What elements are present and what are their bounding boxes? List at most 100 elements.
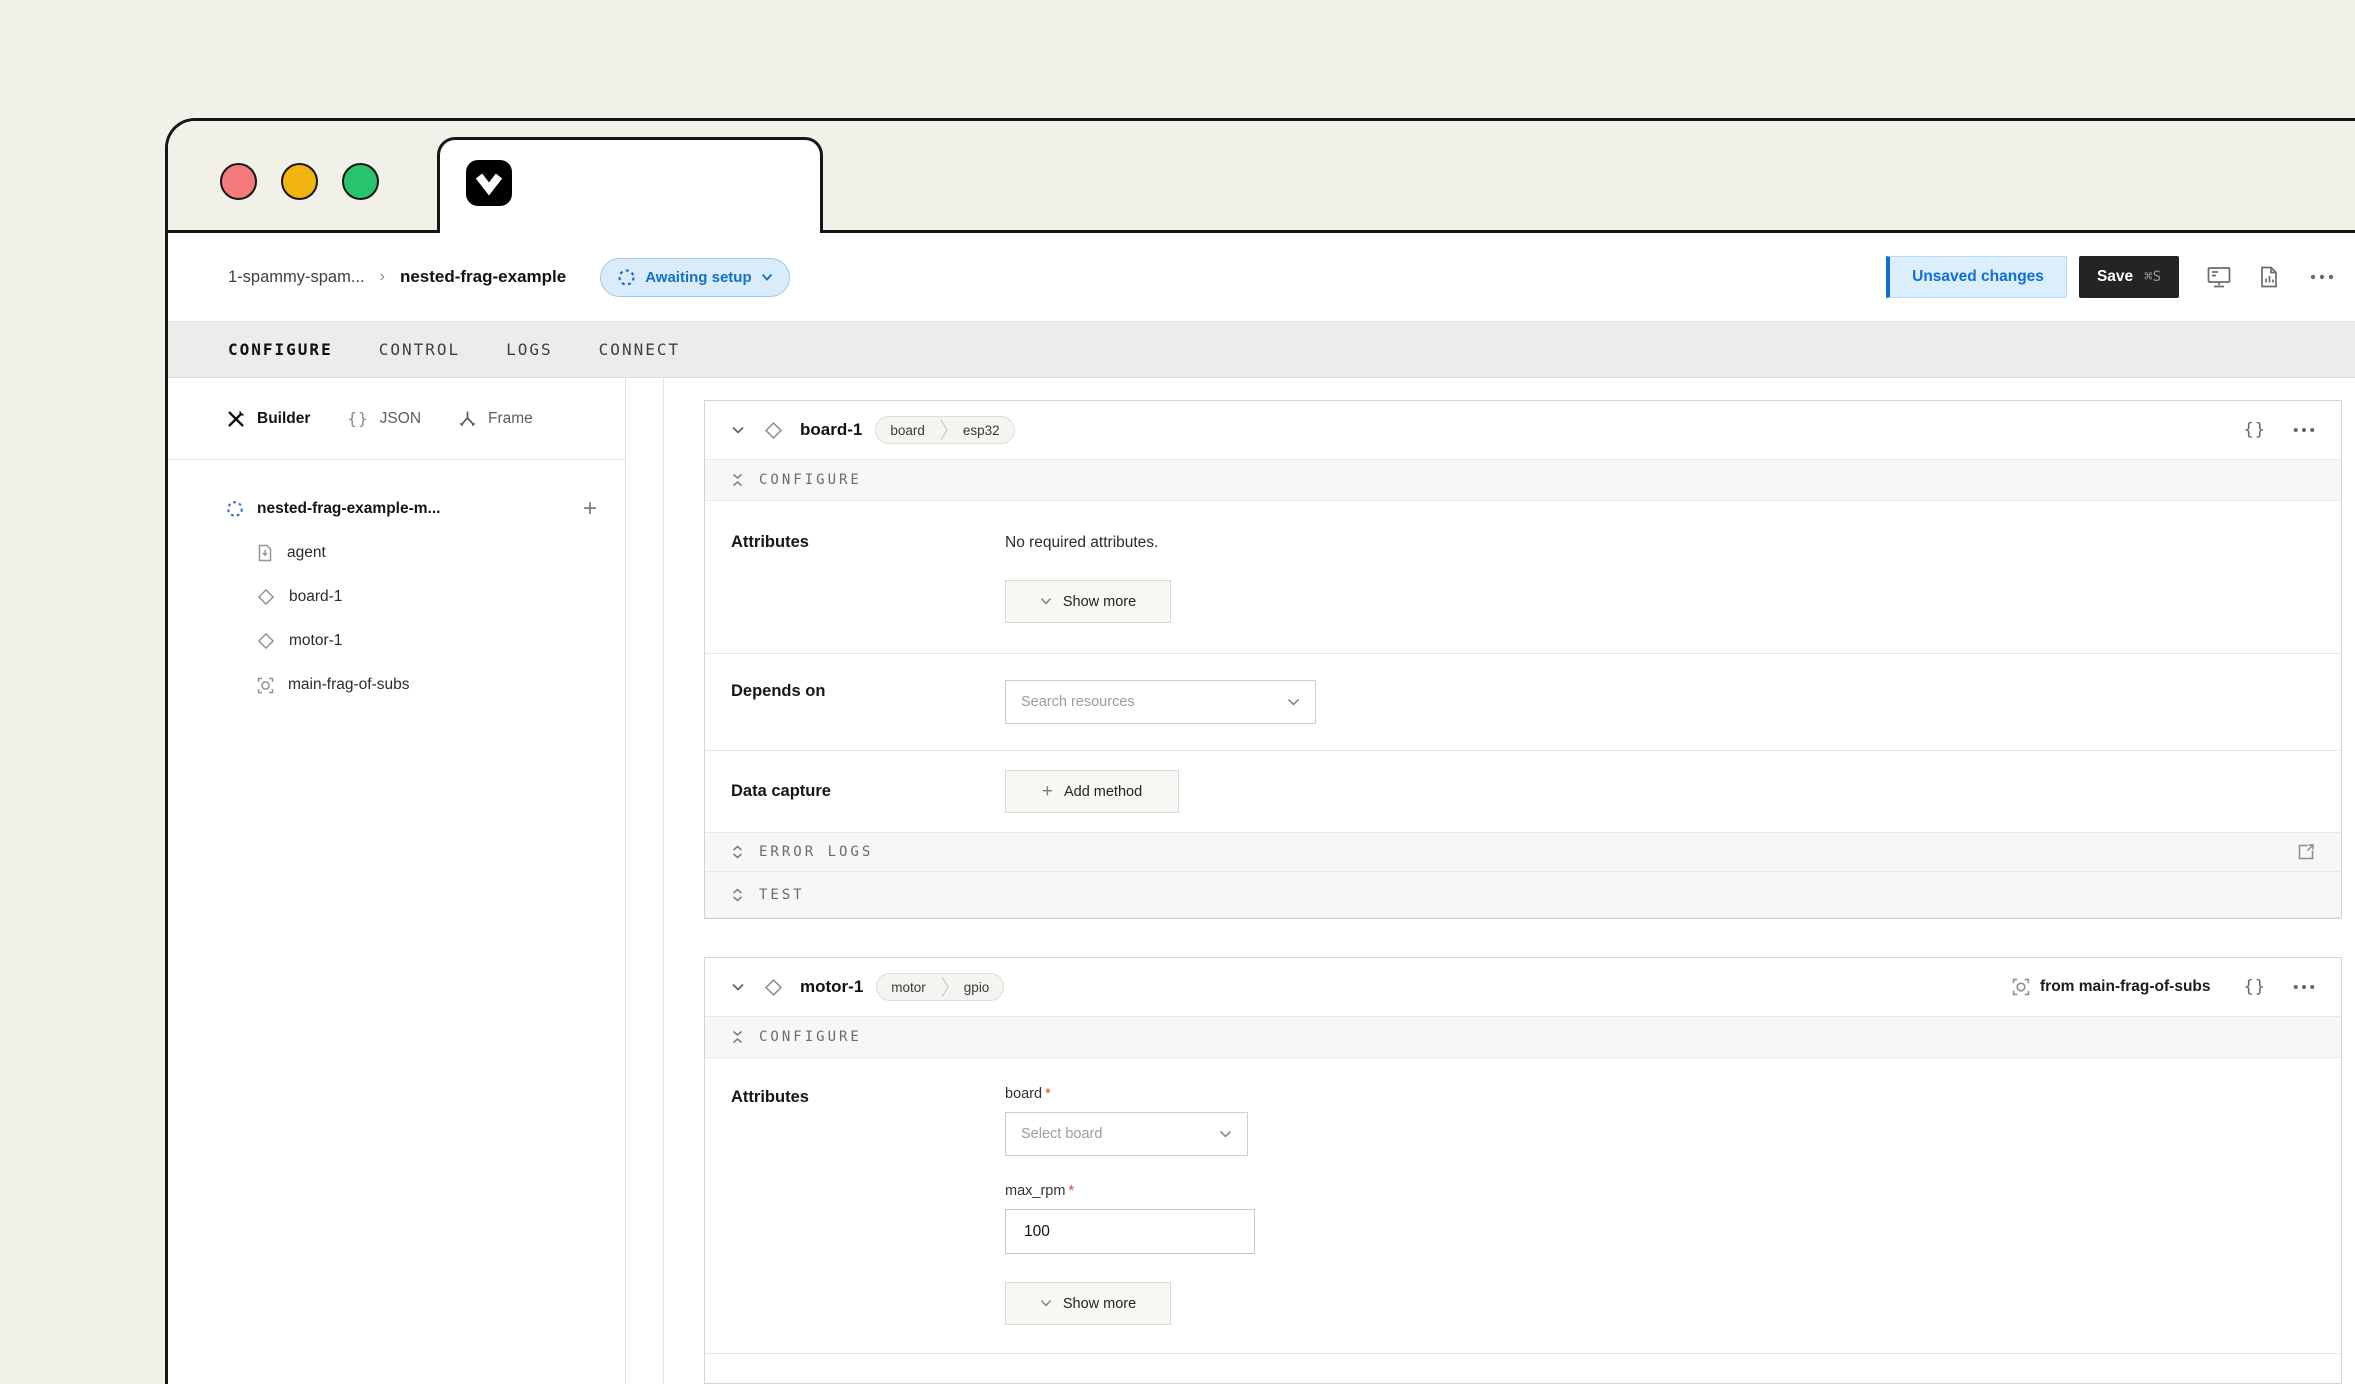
board-select-placeholder: Select board <box>1021 1126 1102 1142</box>
close-window-button[interactable] <box>220 163 257 200</box>
component-type-pill: board esp32 <box>875 416 1014 444</box>
tree-item-agent[interactable]: agent <box>257 531 597 575</box>
agent-file-icon <box>257 544 273 562</box>
mode-frame-label: Frame <box>488 410 533 428</box>
pill-divider-icon <box>940 973 950 1001</box>
data-capture-label: Data capture <box>731 782 1005 801</box>
error-logs-section-bar[interactable]: ERROR LOGS <box>705 832 2341 872</box>
required-asterisk: * <box>1045 1086 1051 1102</box>
panel-gap <box>626 378 663 1384</box>
more-options-icon[interactable] <box>2310 274 2334 280</box>
add-method-button[interactable]: + Add method <box>1005 770 1179 813</box>
collapse-card-chevron-icon[interactable] <box>731 425 745 435</box>
page-header: 1-spammy-spam... › nested-frag-example A… <box>168 233 2355 321</box>
save-button-label: Save <box>2097 268 2133 286</box>
field-max-rpm: max_rpm* <box>1005 1183 2315 1254</box>
tab-control[interactable]: CONTROL <box>379 340 460 359</box>
more-options-icon[interactable] <box>2293 427 2315 433</box>
fragment-source-label: from main-frag-of-subs <box>2040 978 2211 996</box>
collapse-vertical-icon <box>731 1030 744 1044</box>
card-motor-1: motor-1 motor gpio from main-frag-of-sub… <box>704 957 2342 1384</box>
no-required-attributes-text: No required attributes. <box>1005 531 2315 552</box>
collapse-vertical-icon <box>731 473 744 487</box>
browser-tab[interactable] <box>437 137 823 233</box>
data-capture-section: Data capture + Add method <box>705 750 2341 832</box>
tab-connect[interactable]: CONNECT <box>599 340 680 359</box>
error-logs-label: ERROR LOGS <box>759 844 873 860</box>
fragment-icon <box>2012 978 2030 996</box>
tree-item-label: main-frag-of-subs <box>288 676 409 694</box>
show-more-label: Show more <box>1063 1296 1136 1312</box>
configure-section-bar[interactable]: CONFIGURE <box>705 459 2341 501</box>
unsaved-changes-indicator: Unsaved changes <box>1886 256 2067 298</box>
viam-logo-icon <box>466 160 512 206</box>
open-logs-external-icon[interactable] <box>2297 843 2315 861</box>
component-diamond-icon <box>764 421 783 440</box>
frame-axes-icon <box>458 409 477 428</box>
show-more-button[interactable]: Show more <box>1005 1282 1171 1325</box>
mode-frame[interactable]: Frame <box>458 409 533 428</box>
machine-nav-bar: CONFIGURE CONTROL LOGS CONNECT <box>168 321 2355 378</box>
minimize-window-button[interactable] <box>281 163 318 200</box>
show-more-button[interactable]: Show more <box>1005 580 1171 623</box>
mode-builder[interactable]: Builder <box>226 409 310 429</box>
tab-logs[interactable]: LOGS <box>506 340 553 359</box>
logs-file-icon[interactable] <box>2258 265 2280 289</box>
tree-root-machine[interactable]: nested-frag-example-m... + <box>226 486 597 531</box>
attributes-label: Attributes <box>731 531 1005 623</box>
configure-section-label: CONFIGURE <box>759 1029 862 1045</box>
fragment-icon <box>257 677 274 694</box>
edit-json-icon[interactable]: {} <box>2244 420 2266 440</box>
window-controls <box>220 163 379 200</box>
tree-item-motor-1[interactable]: motor-1 <box>257 619 597 663</box>
test-label: TEST <box>759 887 805 903</box>
show-more-label: Show more <box>1063 594 1136 610</box>
tools-icon <box>226 409 246 429</box>
tree-root-label: nested-frag-example-m... <box>257 500 570 518</box>
edit-json-icon[interactable]: {} <box>2244 977 2266 997</box>
mode-json-label: JSON <box>380 410 421 428</box>
component-name: board-1 <box>800 420 862 440</box>
breadcrumb-parent[interactable]: 1-spammy-spam... <box>228 268 365 287</box>
machine-spinner-icon <box>226 500 244 518</box>
configure-section-bar[interactable]: CONFIGURE <box>705 1016 2341 1058</box>
collapse-card-chevron-icon[interactable] <box>731 982 745 992</box>
plus-icon: + <box>1042 782 1053 801</box>
attributes-section: Attributes board* Select board <box>705 1058 2341 1353</box>
tree-item-main-frag-of-subs[interactable]: main-frag-of-subs <box>257 663 597 707</box>
mode-json[interactable]: {} JSON <box>347 409 421 428</box>
browser-chrome <box>168 121 2355 233</box>
zoom-window-button[interactable] <box>342 163 379 200</box>
machine-terminal-icon[interactable] <box>2206 264 2232 290</box>
attributes-label: Attributes <box>731 1086 1005 1325</box>
more-options-icon[interactable] <box>2293 984 2315 990</box>
board-select[interactable]: Select board <box>1005 1112 1248 1156</box>
test-section-bar[interactable]: TEST <box>705 872 2341 918</box>
save-shortcut-hint: ⌘S <box>2144 269 2161 285</box>
sidebar: Builder {} JSON Frame nested-frag-exampl… <box>168 378 626 1384</box>
braces-icon: {} <box>347 409 368 428</box>
mode-builder-label: Builder <box>257 410 310 428</box>
field-label: board* <box>1005 1086 2315 1102</box>
breadcrumb-current: nested-frag-example <box>400 267 566 287</box>
pill-divider-icon <box>939 416 949 444</box>
tree-item-label: motor-1 <box>289 632 342 650</box>
fragment-source-indicator: from main-frag-of-subs <box>2012 978 2211 996</box>
component-diamond-icon <box>257 588 275 606</box>
card-header-actions: from main-frag-of-subs {} <box>2012 977 2315 997</box>
required-asterisk: * <box>1068 1183 1074 1199</box>
sidebar-mode-tabs: Builder {} JSON Frame <box>168 378 625 460</box>
component-model: gpio <box>950 980 1004 995</box>
component-diamond-icon <box>764 978 783 997</box>
tab-configure[interactable]: CONFIGURE <box>228 340 333 359</box>
chevron-down-icon <box>1040 1299 1052 1308</box>
add-resource-button[interactable]: + <box>583 497 597 521</box>
attributes-section: Attributes No required attributes. Show … <box>705 501 2341 653</box>
max-rpm-input[interactable] <box>1005 1209 1255 1254</box>
depends-on-select[interactable]: Search resources <box>1005 680 1316 724</box>
component-type-pill: motor gpio <box>876 973 1004 1001</box>
machine-status-badge[interactable]: Awaiting setup <box>600 258 789 297</box>
save-button[interactable]: Save ⌘S <box>2079 256 2179 298</box>
field-board: board* Select board <box>1005 1086 2315 1156</box>
tree-item-board-1[interactable]: board-1 <box>257 575 597 619</box>
